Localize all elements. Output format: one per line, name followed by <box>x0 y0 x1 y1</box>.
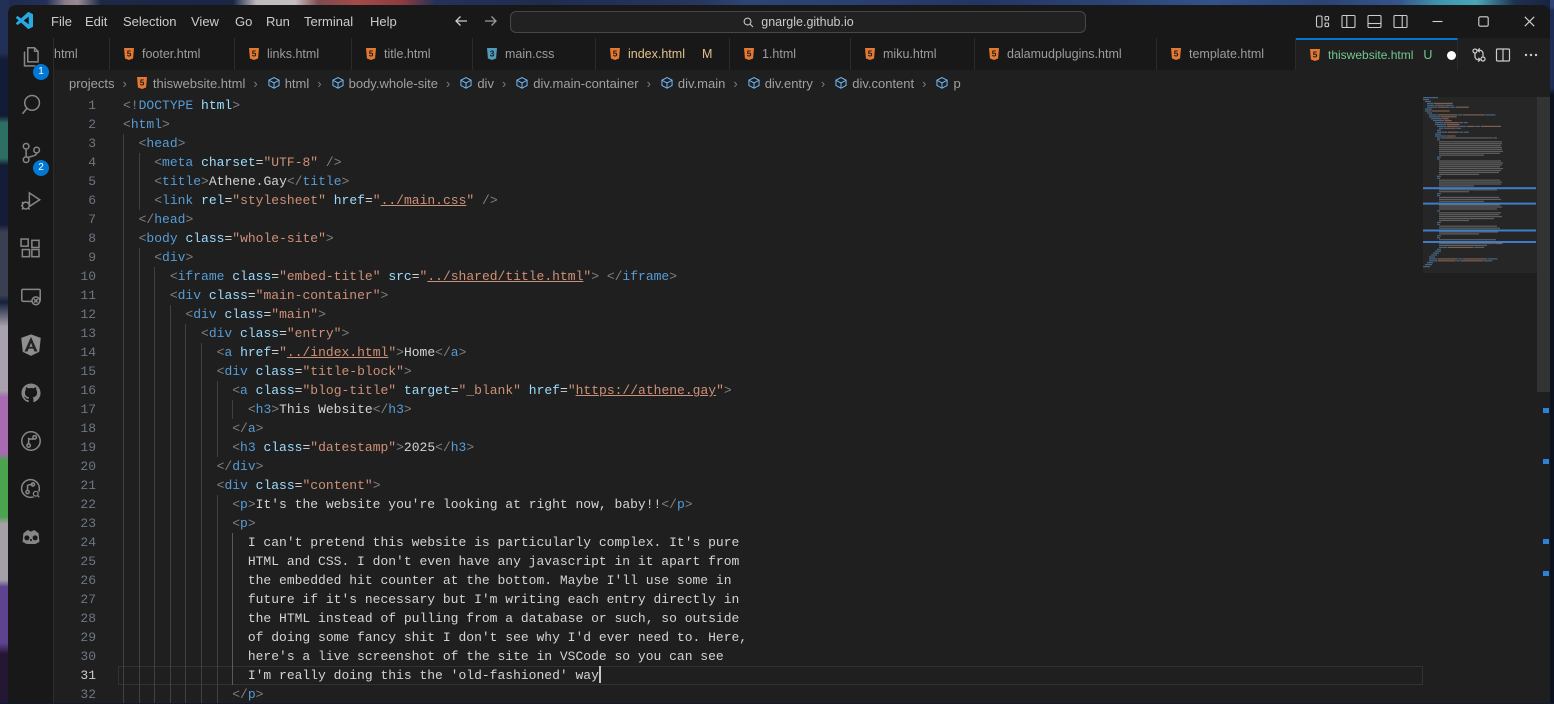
svg-text:5: 5 <box>252 49 257 59</box>
svg-text:5: 5 <box>140 78 145 88</box>
svg-text:5: 5 <box>1174 49 1179 59</box>
svg-text:5: 5 <box>613 49 618 59</box>
svg-text:5: 5 <box>992 49 997 59</box>
svg-text:5: 5 <box>868 49 873 59</box>
svg-text:5: 5 <box>369 49 374 59</box>
svg-text:5: 5 <box>127 49 132 59</box>
svg-text:5: 5 <box>747 49 752 59</box>
svg-text:3: 3 <box>490 49 495 59</box>
svg-text:5: 5 <box>1313 50 1318 60</box>
